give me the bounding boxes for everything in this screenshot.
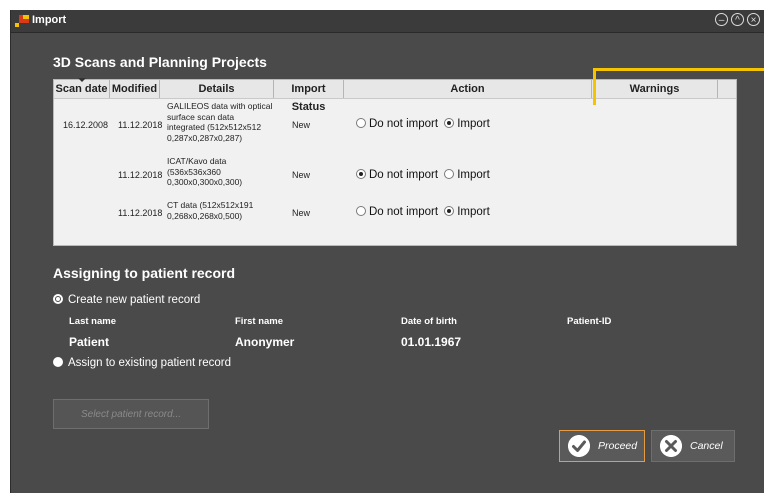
close-icon[interactable]: × bbox=[747, 13, 760, 26]
cancel-button[interactable]: Cancel bbox=[651, 430, 735, 462]
action-radio-group: Do not import Import bbox=[356, 118, 493, 132]
details-cell: GALILEOS data with optical surface scan … bbox=[167, 101, 273, 143]
modified-cell: 11.12.2018 bbox=[118, 120, 163, 130]
proceed-button[interactable]: Proceed bbox=[559, 430, 645, 462]
modified-cell: 11.12.2018 bbox=[118, 170, 163, 180]
patient-id-label: Patient-ID bbox=[567, 316, 612, 327]
column-header-import-status[interactable]: Import Status bbox=[274, 80, 344, 113]
title-bar: Import – ^ × bbox=[11, 10, 764, 33]
radio-button[interactable] bbox=[444, 169, 455, 179]
import-option[interactable]: Import bbox=[444, 118, 493, 130]
action-radio-group: Do not import Import bbox=[356, 206, 493, 220]
table-row[interactable]: 11.12.2018 ICAT/Kavo data (536x536x360 0… bbox=[54, 156, 736, 196]
cancel-x-icon bbox=[660, 435, 682, 457]
select-patient-record-button[interactable]: Select patient record... bbox=[53, 399, 209, 429]
details-cell: ICAT/Kavo data (536x536x360 0,300x0,300x… bbox=[167, 156, 243, 187]
modified-cell: 11.12.2018 bbox=[118, 208, 163, 218]
table-header: Scan date Modified Details Import Status… bbox=[54, 78, 736, 113]
checkmark-icon bbox=[568, 435, 590, 457]
import-option[interactable]: Import bbox=[444, 169, 493, 181]
first-name-value: Anonymer bbox=[235, 335, 295, 349]
scan-date-cell: 16.12.2008 bbox=[63, 120, 109, 130]
import-dialog: Import – ^ × 3D Scans and Planning Proje… bbox=[10, 10, 764, 493]
import-status-cell: New bbox=[292, 120, 311, 130]
callout-line-vertical bbox=[593, 68, 596, 105]
import-option[interactable]: Import bbox=[444, 206, 493, 218]
column-header-warnings[interactable]: Warnings bbox=[592, 80, 718, 98]
date-of-birth-label: Date of birth bbox=[401, 316, 457, 327]
column-header-details[interactable]: Details bbox=[160, 80, 274, 98]
table-row[interactable]: 11.12.2018 CT data (512x512x191 0,268x0,… bbox=[54, 200, 736, 230]
sort-arrow-icon bbox=[78, 78, 86, 82]
scans-section-title: 3D Scans and Planning Projects bbox=[53, 54, 267, 70]
action-radio-group: Do not import Import bbox=[356, 169, 493, 183]
maximize-icon[interactable]: ^ bbox=[731, 13, 744, 26]
first-name-label: First name bbox=[235, 316, 284, 327]
do-not-import-option[interactable]: Do not import bbox=[356, 206, 441, 218]
last-name-value: Patient bbox=[69, 335, 110, 349]
do-not-import-option[interactable]: Do not import bbox=[356, 118, 441, 130]
proceed-label: Proceed bbox=[598, 440, 638, 452]
radio-button-selected[interactable] bbox=[356, 169, 366, 179]
callout-line bbox=[593, 68, 764, 71]
assign-existing-patient-record-option[interactable]: Assign to existing patient record bbox=[53, 357, 231, 369]
column-header-scan-date[interactable]: Scan date bbox=[54, 78, 110, 98]
radio-button-selected[interactable] bbox=[444, 118, 455, 128]
date-of-birth-value: 01.01.1967 bbox=[401, 335, 462, 349]
assign-section-title: Assigning to patient record bbox=[53, 265, 236, 281]
create-new-patient-record-option[interactable]: Create new patient record bbox=[53, 294, 200, 306]
scans-table: Scan date Modified Details Import Status… bbox=[53, 78, 737, 246]
cancel-label: Cancel bbox=[690, 440, 723, 452]
import-status-cell: New bbox=[292, 208, 311, 218]
column-header-action[interactable]: Action bbox=[344, 80, 592, 98]
app-logo-icon bbox=[15, 15, 29, 27]
radio-button[interactable] bbox=[356, 206, 366, 216]
import-status-cell: New bbox=[292, 170, 311, 180]
radio-button-selected[interactable] bbox=[444, 206, 455, 216]
details-cell: CT data (512x512x191 0,268x0,268x0,500) bbox=[167, 200, 254, 221]
radio-button-selected[interactable] bbox=[53, 294, 63, 304]
radio-button[interactable] bbox=[53, 357, 63, 367]
radio-button[interactable] bbox=[356, 118, 366, 128]
last-name-label: Last name bbox=[69, 316, 116, 327]
window-title: Import bbox=[32, 14, 67, 26]
column-header-modified[interactable]: Modified bbox=[110, 80, 160, 98]
table-row[interactable]: 16.12.2008 11.12.2018 GALILEOS data with… bbox=[54, 100, 736, 152]
minimize-icon[interactable]: – bbox=[715, 13, 728, 26]
do-not-import-option[interactable]: Do not import bbox=[356, 169, 441, 181]
